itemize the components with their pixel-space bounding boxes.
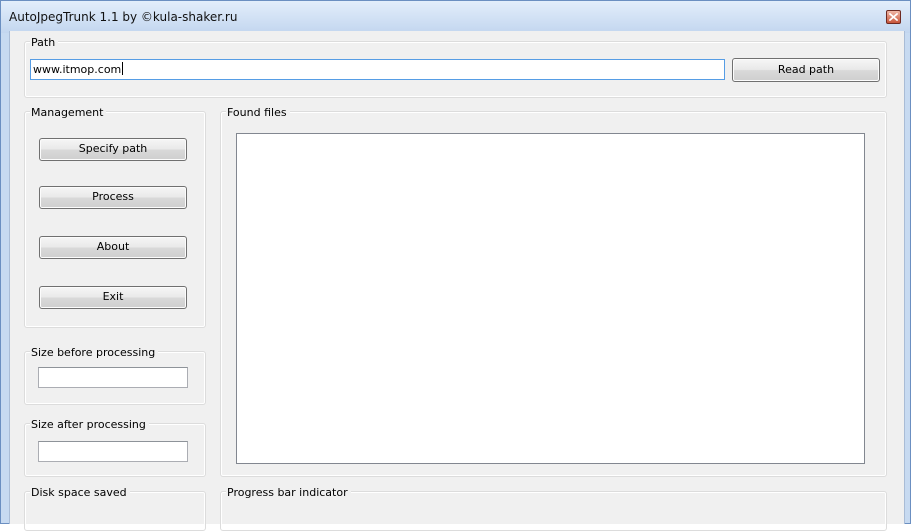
close-button[interactable] <box>886 10 901 24</box>
disk-space-label: Disk space saved <box>30 486 130 499</box>
size-before-label: Size before processing <box>30 346 159 359</box>
path-group-label: Path <box>30 36 59 49</box>
read-path-button[interactable]: Read path <box>732 58 880 82</box>
path-input[interactable]: www.itmop.com <box>30 59 725 80</box>
text-caret <box>122 62 124 75</box>
specify-path-button[interactable]: Specify path <box>39 138 187 161</box>
size-after-label: Size after processing <box>30 418 149 431</box>
found-files-list[interactable] <box>236 133 865 464</box>
process-button[interactable]: Process <box>39 186 187 209</box>
exit-button[interactable]: Exit <box>39 286 187 309</box>
management-group-label: Management <box>30 106 107 119</box>
about-button[interactable]: About <box>39 236 187 259</box>
close-icon <box>889 13 898 21</box>
title-bar[interactable]: AutoJpegTrunk 1.1 by ©kula-shaker.ru <box>1 1 910 33</box>
path-input-value: www.itmop.com <box>33 63 122 76</box>
size-after-field[interactable] <box>38 441 188 462</box>
window-title: AutoJpegTrunk 1.1 by ©kula-shaker.ru <box>9 10 238 24</box>
progress-label: Progress bar indicator <box>226 486 351 499</box>
size-before-field[interactable] <box>38 367 188 388</box>
found-files-label: Found files <box>226 106 290 119</box>
